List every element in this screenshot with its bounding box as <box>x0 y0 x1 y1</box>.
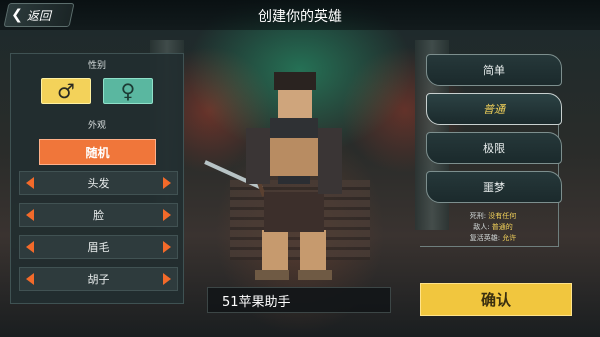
appearance-panel: 性别 ♂ ♀ 外观 随机 头发 脸 眉毛 胡子 <box>10 53 184 304</box>
male-icon: ♂ <box>57 79 75 103</box>
page-title: 创建你的英雄 <box>258 9 342 25</box>
appearance-label: 外观 <box>87 121 106 131</box>
gender-label: 性别 <box>87 61 106 71</box>
hero-arm-left <box>246 128 270 184</box>
random-button[interactable]: 随机 <box>39 139 156 165</box>
option-label-beard: 胡子 <box>87 273 110 286</box>
info-enemies-key: 敌人: <box>473 223 490 231</box>
male-button[interactable]: ♂ <box>41 78 91 104</box>
female-button[interactable]: ♀ <box>103 78 153 104</box>
arrow-right-icon[interactable] <box>163 273 171 285</box>
hero-collar <box>270 118 318 138</box>
hero-loincloth <box>264 192 324 232</box>
hero-boot-right <box>298 270 332 280</box>
female-icon: ♀ <box>120 79 136 103</box>
difficulty-nightmare-button[interactable]: 噩梦 <box>426 171 562 203</box>
info-death-value: 没有任何 <box>488 212 517 220</box>
confirm-button[interactable]: 确认 <box>420 283 572 316</box>
hero-name-input[interactable]: 51苹果助手 <box>207 287 391 313</box>
option-row-beard: 胡子 <box>19 267 178 291</box>
difficulty-extreme-button[interactable]: 极限 <box>426 132 562 164</box>
option-row-eyebrows: 眉毛 <box>19 235 178 259</box>
info-revive: 复活英雄: 允许 <box>428 233 558 243</box>
info-death-key: 死刑: <box>469 212 487 220</box>
game-scene: ❮ 返回 创建你的英雄 性别 ♂ ♀ 外观 随机 头发 脸 眉毛 胡子 简单 普… <box>0 0 600 337</box>
difficulty-normal-button[interactable]: 普通 <box>426 93 562 125</box>
info-revive-value: 允许 <box>502 234 517 242</box>
option-label-face: 脸 <box>93 209 104 222</box>
option-label-eyebrows: 眉毛 <box>87 241 110 254</box>
info-enemies-value: 普通的 <box>491 223 513 231</box>
arrow-right-icon[interactable] <box>163 241 171 253</box>
info-death: 死刑: 没有任何 <box>428 211 558 221</box>
arrow-right-icon[interactable] <box>163 177 171 189</box>
arrow-right-icon[interactable] <box>163 209 171 221</box>
hero-hair <box>274 72 316 90</box>
option-label-hair: 头发 <box>87 177 110 190</box>
info-revive-key: 复活英雄: <box>469 234 501 242</box>
difficulty-easy-button[interactable]: 简单 <box>426 54 562 86</box>
option-row-hair: 头发 <box>19 171 178 195</box>
top-bar: ❮ 返回 创建你的英雄 <box>0 0 600 30</box>
hero-arm-right <box>318 128 342 194</box>
info-enemies: 敌人: 普通的 <box>428 222 558 232</box>
option-row-face: 脸 <box>19 203 178 227</box>
hero-boot-left <box>255 270 289 280</box>
